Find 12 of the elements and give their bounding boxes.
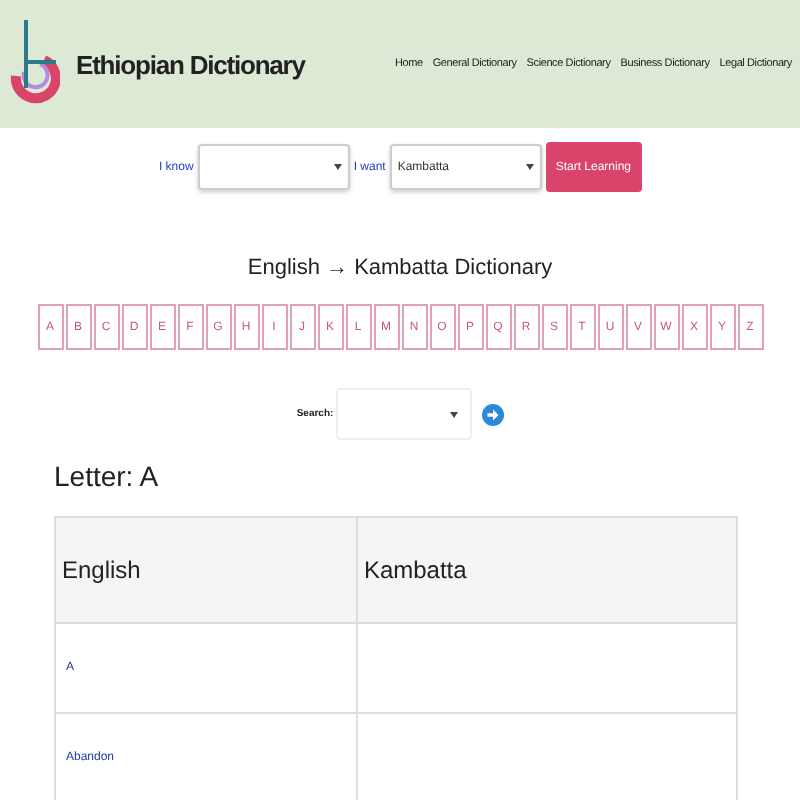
dropdown-arrow-icon — [525, 164, 534, 170]
arrow-right-icon[interactable] — [481, 403, 504, 425]
know-select[interactable] — [197, 144, 350, 190]
dropdown-arrow-icon — [449, 411, 458, 417]
letter-heading: Letter: A — [54, 460, 161, 492]
column-header: Kambatta — [356, 517, 737, 623]
logo-icon — [8, 20, 60, 108]
dictionary-heading: English → Kambatta Dictionary — [245, 256, 555, 280]
site-title: Ethiopian Dictionary — [76, 49, 305, 79]
dropdown-arrow-icon — [333, 164, 342, 170]
search-field[interactable] — [335, 388, 472, 440]
column-header: English — [55, 517, 357, 623]
